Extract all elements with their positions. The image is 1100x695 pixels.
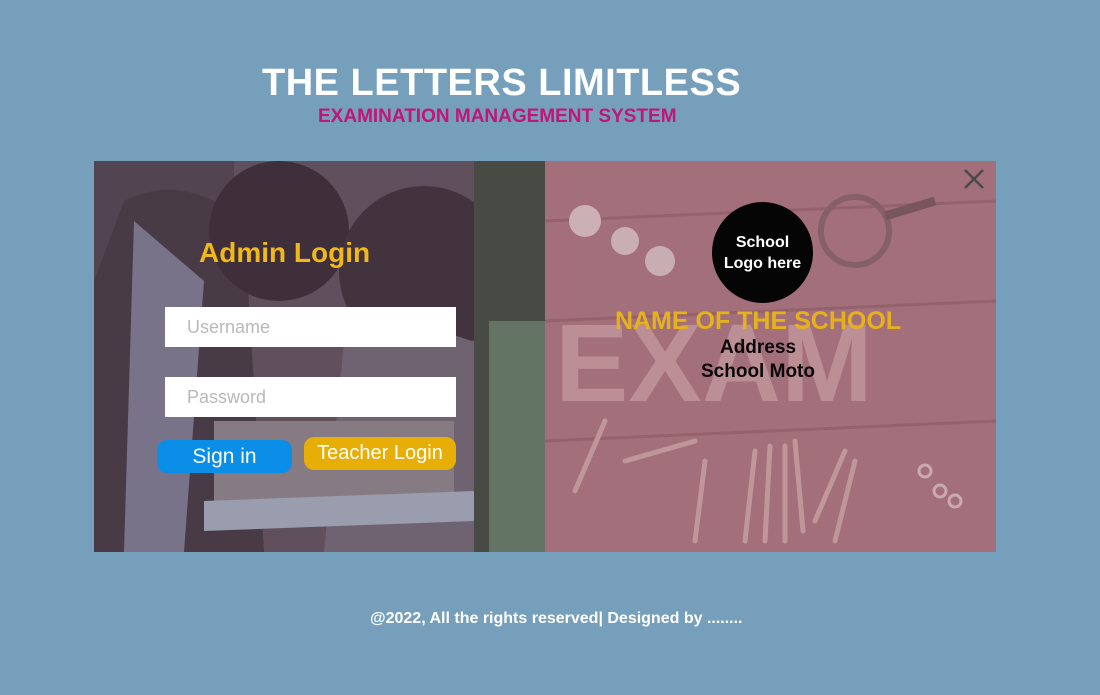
teacher-login-button[interactable]: Teacher Login [304, 437, 456, 470]
school-name: NAME OF THE SCHOOL [614, 307, 902, 335]
login-panel: Admin Login Sign in Teacher Login [94, 161, 545, 552]
footer-text: @2022, All the rights reserved| Designed… [370, 610, 743, 627]
username-input[interactable] [165, 307, 456, 347]
site-subtitle: EXAMINATION MANAGEMENT SYSTEM [318, 106, 677, 127]
school-moto: School Moto [701, 361, 815, 382]
school-info-panel: EXAM School Logo here NAME OF THE SCHOOL… [545, 161, 996, 552]
admin-login-heading: Admin Login [199, 237, 371, 268]
site-title: THE LETTERS LIMITLESS [262, 62, 742, 104]
login-modal: Admin Login Sign in Teacher Login EXAM [94, 161, 996, 552]
school-logo-text: School Logo here [723, 233, 802, 272]
school-address: Address [719, 337, 797, 358]
close-icon[interactable] [960, 165, 988, 193]
password-input[interactable] [165, 377, 456, 417]
sign-in-button[interactable]: Sign in [157, 440, 292, 473]
left-overlay [94, 161, 545, 552]
school-logo: School Logo here [712, 202, 813, 303]
